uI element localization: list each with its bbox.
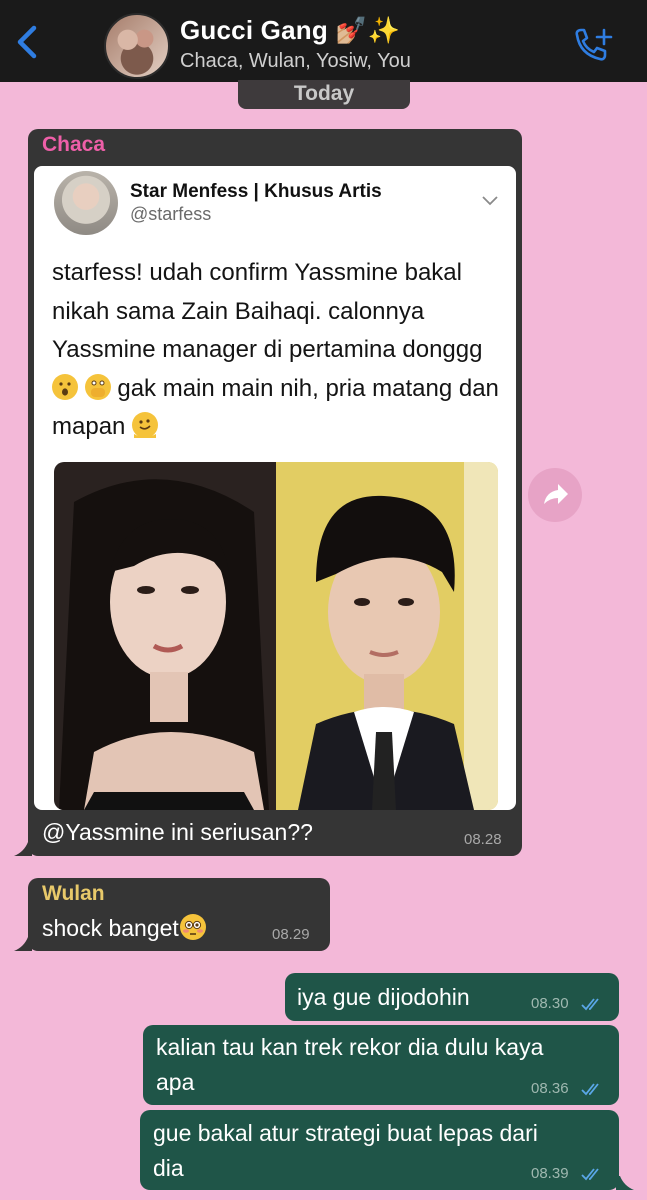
face-with-open-eyes-and-hand-over-mouth-icon: [84, 373, 111, 400]
tweet-text-part1: starfess! udah confirm Yassmine bakal ni…: [52, 259, 483, 363]
message-text-content: shock banget: [42, 915, 179, 941]
tweet-text-part2: gak main main nih, pria matang dan mapan: [52, 374, 499, 441]
tweet-author-handle: @starfess: [130, 204, 212, 224]
message-bubble-outgoing[interactable]: iya gue dijodohin 08.30: [285, 973, 619, 1021]
message-text-line1: gue bakal atur strategi buat lepas dari: [153, 1120, 538, 1146]
back-chevron-icon[interactable]: [10, 22, 44, 62]
message-text-line2: dia: [153, 1155, 184, 1181]
chat-header: Gucci Gang 💅🏼✨ Chaca, Wulan, Yosiw, You: [0, 0, 647, 82]
bubble-tail: [14, 937, 32, 951]
group-title[interactable]: Gucci Gang 💅🏼✨: [180, 15, 401, 46]
message-bubble-outgoing[interactable]: kalian tau kan trek rekor dia dulu kaya …: [143, 1025, 619, 1105]
group-avatar[interactable]: [104, 13, 170, 79]
sender-name-chaca: Chaca: [42, 133, 106, 156]
message-time: 08.30: [531, 995, 569, 1012]
message-time: 08.28: [464, 831, 502, 848]
message-time: 08.29: [272, 926, 310, 943]
bubble-tail: [616, 1176, 634, 1190]
melting-face-icon: [132, 412, 159, 438]
sender-name-wulan: Wulan: [42, 882, 105, 905]
message-text-line2: apa: [156, 1069, 195, 1095]
read-receipt-icon: [581, 1083, 599, 1096]
forward-button[interactable]: [528, 468, 582, 522]
hushed-face-icon: [52, 373, 78, 400]
group-members[interactable]: Chaca, Wulan, Yosiw, You: [180, 50, 411, 73]
message-time: 08.36: [531, 1080, 569, 1097]
add-call-icon[interactable]: [570, 26, 614, 66]
read-receipt-icon: [581, 998, 599, 1011]
message-text: @Yassmine ini seriusan??: [42, 819, 313, 845]
date-divider: Today: [238, 80, 410, 109]
tweet-author-name: Star Menfess | Khusus Artis: [130, 181, 382, 202]
chevron-down-icon[interactable]: [482, 196, 498, 206]
message-text: iya gue dijodohin: [297, 984, 470, 1010]
share-arrow-icon: [544, 484, 568, 504]
tweet-text: starfess! udah confirm Yassmine bakal ni…: [52, 254, 512, 447]
tweet-avatar: [54, 171, 118, 235]
tweet-card[interactable]: Star Menfess | Khusus Artis @starfess st…: [34, 166, 516, 810]
flushed-face-icon: [179, 914, 206, 940]
message-text: shock banget: [42, 911, 206, 945]
tweet-photo[interactable]: [54, 462, 498, 810]
message-text-line1: kalian tau kan trek rekor dia dulu kaya: [156, 1034, 544, 1060]
bubble-tail: [14, 842, 32, 856]
message-time: 08.39: [531, 1165, 569, 1182]
message-bubble-wulan[interactable]: Wulan shock banget 08.29: [28, 878, 330, 951]
read-receipt-icon: [581, 1168, 599, 1181]
message-bubble-outgoing[interactable]: gue bakal atur strategi buat lepas dari …: [140, 1110, 619, 1190]
